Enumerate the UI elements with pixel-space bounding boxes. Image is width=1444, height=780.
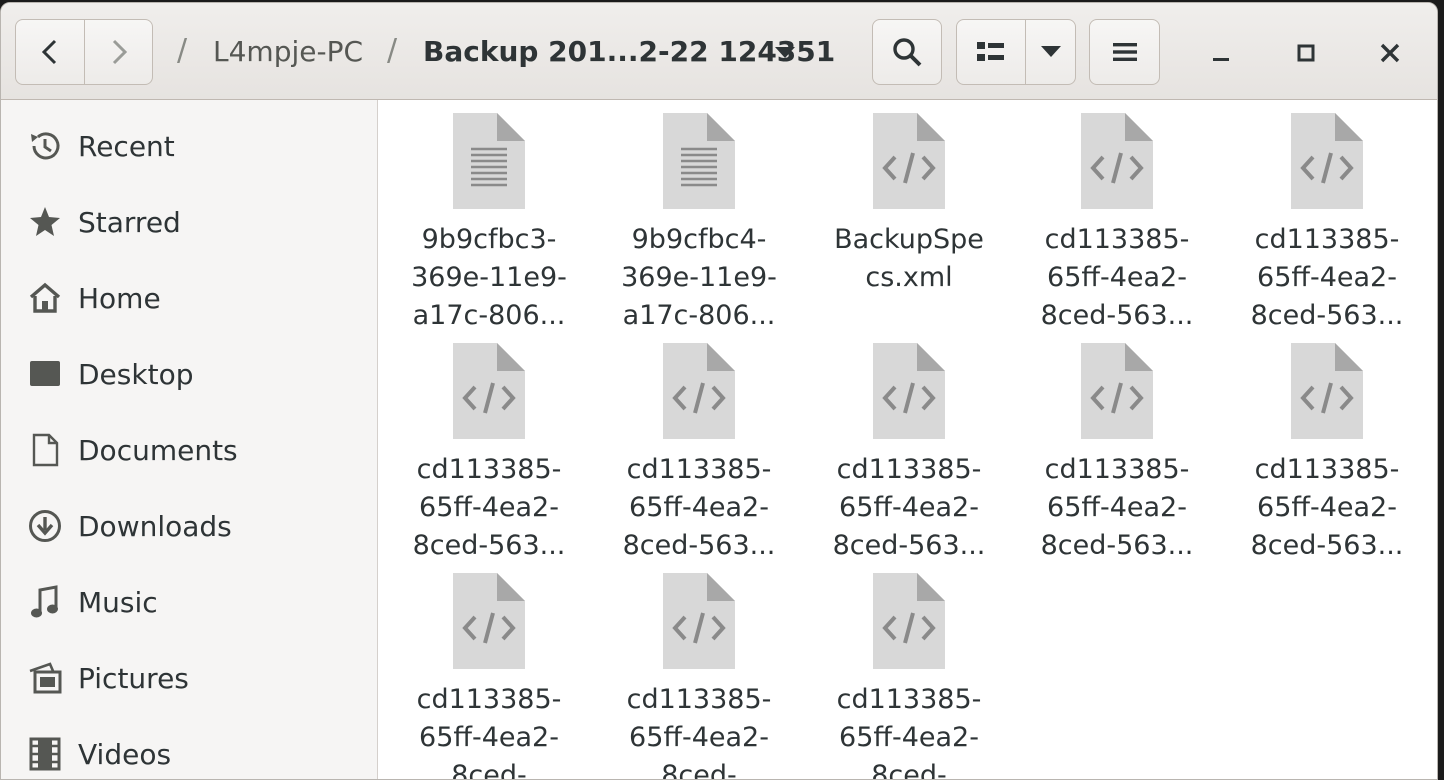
search-button[interactable] bbox=[872, 19, 942, 85]
file-name: cd113385- 65ff-4ea2- 8ced- bbox=[416, 684, 562, 780]
main-menu-button[interactable] bbox=[1089, 19, 1160, 85]
sidebar-item-label: Downloads bbox=[78, 509, 232, 543]
code-file-icon bbox=[663, 573, 735, 669]
chevron-right-icon bbox=[112, 39, 127, 65]
code-file-icon bbox=[1291, 113, 1363, 209]
sidebar-item-music[interactable]: Music bbox=[1, 572, 377, 632]
star-icon bbox=[27, 204, 63, 240]
file-grid: 9b9cfbc3- 369e-11e9- a17c-806... 9b9cfbc4-… bbox=[378, 100, 1437, 779]
desktop-icon bbox=[27, 356, 63, 392]
file-item[interactable]: cd113385- 65ff-4ea2- 8ced-563... bbox=[1227, 343, 1427, 563]
back-button[interactable] bbox=[15, 19, 85, 85]
music-icon bbox=[27, 584, 63, 620]
minimize-button[interactable] bbox=[1201, 33, 1241, 73]
view-options-button[interactable] bbox=[1025, 19, 1076, 85]
document-icon bbox=[27, 432, 63, 468]
sidebar-item-label: Desktop bbox=[78, 357, 194, 391]
file-item[interactable]: cd113385- 65ff-4ea2- 8ced-563... bbox=[1017, 343, 1217, 563]
sidebar-item-label: Starred bbox=[78, 205, 181, 239]
places-sidebar: Recent Starred Home Desktop Documents Do… bbox=[1, 100, 378, 779]
list-view-icon bbox=[977, 42, 1004, 61]
file-item[interactable]: cd113385- 65ff-4ea2- 8ced-563... bbox=[389, 343, 589, 563]
sidebar-item-videos[interactable]: Videos bbox=[1, 724, 377, 779]
breadcrumb-separator: / bbox=[387, 33, 398, 68]
file-name: cd113385- 65ff-4ea2- 8ced-563... bbox=[412, 454, 566, 561]
file-name: cd113385- 65ff-4ea2- 8ced-563... bbox=[1250, 454, 1404, 561]
code-file-icon bbox=[873, 343, 945, 439]
text-file-icon bbox=[663, 113, 735, 209]
close-icon bbox=[1380, 43, 1400, 63]
file-manager-window: / L4mpje-PC / Backup 201...2-22 124351 R… bbox=[0, 2, 1438, 780]
code-file-icon bbox=[873, 113, 945, 209]
file-name: cd113385- 65ff-4ea2- 8ced-563... bbox=[832, 454, 986, 561]
sidebar-item-documents[interactable]: Documents bbox=[1, 420, 377, 480]
sidebar-item-label: Documents bbox=[78, 433, 238, 467]
pictures-icon bbox=[27, 660, 63, 696]
file-item[interactable]: BackupSpe cs.xml bbox=[809, 113, 1009, 333]
breadcrumb-parent[interactable]: L4mpje-PC bbox=[213, 35, 363, 68]
sidebar-item-recent[interactable]: Recent bbox=[1, 116, 377, 176]
sidebar-item-starred[interactable]: Starred bbox=[1, 192, 377, 252]
file-item[interactable]: cd113385- 65ff-4ea2- 8ced- bbox=[389, 573, 589, 780]
home-icon bbox=[27, 280, 63, 316]
code-file-icon bbox=[1081, 113, 1153, 209]
hamburger-menu-icon bbox=[1112, 43, 1137, 61]
file-name: cd113385- 65ff-4ea2- 8ced-563... bbox=[1040, 454, 1194, 561]
file-item[interactable]: 9b9cfbc4- 369e-11e9- a17c-806... bbox=[599, 113, 799, 333]
maximize-button[interactable] bbox=[1286, 33, 1326, 73]
file-name: cd113385- 65ff-4ea2- 8ced-563... bbox=[1250, 224, 1404, 331]
clock-icon bbox=[27, 128, 63, 164]
video-icon bbox=[27, 736, 63, 772]
sidebar-item-home[interactable]: Home bbox=[1, 268, 377, 328]
minimize-icon bbox=[1213, 58, 1229, 61]
chevron-left-icon bbox=[41, 39, 57, 65]
code-file-icon bbox=[1081, 343, 1153, 439]
file-item[interactable]: cd113385- 65ff-4ea2- 8ced-563... bbox=[1227, 113, 1427, 333]
file-name: 9b9cfbc3- 369e-11e9- a17c-806... bbox=[411, 224, 567, 331]
download-icon bbox=[27, 508, 63, 544]
code-file-icon bbox=[1291, 343, 1363, 439]
file-name: 9b9cfbc4- 369e-11e9- a17c-806... bbox=[621, 224, 777, 331]
breadcrumb-separator: / bbox=[177, 33, 188, 68]
file-name: cd113385- 65ff-4ea2- 8ced-563... bbox=[1040, 224, 1194, 331]
close-button[interactable] bbox=[1370, 33, 1410, 73]
file-item[interactable]: cd113385- 65ff-4ea2- 8ced- bbox=[809, 573, 1009, 780]
file-item[interactable]: cd113385- 65ff-4ea2- 8ced-563... bbox=[809, 343, 1009, 563]
chevron-down-icon bbox=[1040, 46, 1061, 57]
code-file-icon bbox=[453, 343, 525, 439]
sidebar-item-label: Recent bbox=[78, 129, 175, 163]
breadcrumb-dropdown-icon[interactable] bbox=[775, 47, 795, 59]
sidebar-item-desktop[interactable]: Desktop bbox=[1, 344, 377, 404]
breadcrumb-current[interactable]: Backup 201...2-22 124351 bbox=[423, 35, 835, 68]
file-name: cd113385- 65ff-4ea2- 8ced- bbox=[836, 684, 982, 780]
file-name: BackupSpe cs.xml bbox=[834, 224, 984, 293]
code-file-icon bbox=[873, 573, 945, 669]
sidebar-item-label: Videos bbox=[78, 737, 172, 771]
file-item[interactable]: 9b9cfbc3- 369e-11e9- a17c-806... bbox=[389, 113, 589, 333]
maximize-icon bbox=[1297, 44, 1315, 62]
sidebar-item-label: Music bbox=[78, 585, 158, 619]
file-name: cd113385- 65ff-4ea2- 8ced-563... bbox=[622, 454, 776, 561]
file-name: cd113385- 65ff-4ea2- 8ced- bbox=[626, 684, 772, 780]
sidebar-item-label: Pictures bbox=[78, 661, 189, 695]
forward-button[interactable] bbox=[84, 19, 153, 85]
search-icon bbox=[893, 38, 922, 67]
header-bar: / L4mpje-PC / Backup 201...2-22 124351 bbox=[1, 3, 1437, 100]
file-item[interactable]: cd113385- 65ff-4ea2- 8ced-563... bbox=[599, 343, 799, 563]
code-file-icon bbox=[663, 343, 735, 439]
sidebar-item-pictures[interactable]: Pictures bbox=[1, 648, 377, 708]
text-file-icon bbox=[453, 113, 525, 209]
file-item[interactable]: cd113385- 65ff-4ea2- 8ced-563... bbox=[1017, 113, 1217, 333]
sidebar-item-downloads[interactable]: Downloads bbox=[1, 496, 377, 556]
file-item[interactable]: cd113385- 65ff-4ea2- 8ced- bbox=[599, 573, 799, 780]
view-mode-button[interactable] bbox=[956, 19, 1026, 85]
code-file-icon bbox=[453, 573, 525, 669]
sidebar-item-label: Home bbox=[78, 281, 161, 315]
